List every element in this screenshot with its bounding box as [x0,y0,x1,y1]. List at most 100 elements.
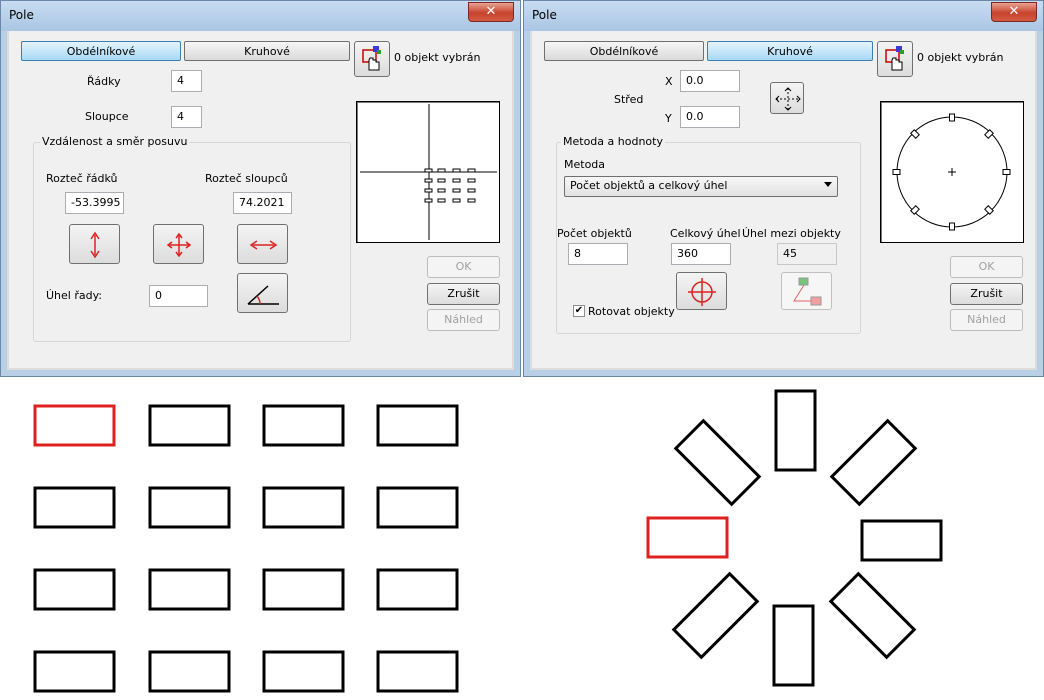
polar-array-result [646,389,943,687]
ok-button[interactable]: OK [427,256,500,278]
array-object [673,418,762,507]
tab-polar[interactable]: Kruhové [184,41,350,61]
array-object [148,404,231,447]
title-bar[interactable]: Pole ✕ [524,1,1043,31]
total-angle-label: Celkový úhel [670,227,741,240]
select-objects-button[interactable] [877,41,913,77]
target-angle-icon [688,278,716,306]
rows-label: Řádky [87,75,121,88]
vertical-arrow-icon [90,231,100,259]
array-object [262,568,345,611]
method-label: Metoda [564,158,606,171]
array-object-highlighted [646,516,729,559]
array-object-highlighted [33,404,116,447]
array-object [148,650,231,693]
method-select[interactable]: Počet objektů a celkový úhel [564,176,838,197]
dialog-title: Pole [532,8,557,22]
rectangular-array-dialog: Pole ✕ Obdélníkové Kruhové 0 objekt vybr… [0,0,521,377]
preview-button[interactable]: Náhled [950,309,1023,331]
array-object [671,571,760,660]
pick-total-angle-button[interactable] [676,272,727,310]
pick-column-spacing-button[interactable] [237,224,288,264]
offset-group-title: Vzdálenost a směr posuvu [40,135,190,148]
tab-rectangular[interactable]: Obdélníkové [544,41,704,61]
close-button[interactable]: ✕ [991,2,1037,22]
column-spacing-label: Rozteč sloupců [205,172,288,185]
pick-both-spacing-button[interactable] [153,224,204,264]
select-objects-icon [362,46,381,71]
selection-status: 0 objekt vybrán [917,51,1004,64]
array-object [376,404,459,447]
columns-input[interactable]: 4 [171,106,202,128]
array-object [772,604,815,687]
select-objects-icon [885,46,904,71]
crosshair-icon [775,87,801,111]
pick-angle-between-button[interactable] [781,272,832,310]
cancel-button[interactable]: Zrušit [950,283,1023,305]
dialog-title: Pole [9,8,34,22]
method-group-title: Metoda a hodnoty [561,135,665,148]
center-x-input[interactable]: 0.0 [680,70,740,92]
pick-row-angle-button[interactable] [237,273,288,313]
polar-array-preview [892,113,1011,231]
column-spacing-input[interactable]: 74.2021 [233,192,292,214]
dialog-body: Obdélníkové Kruhové 0 objekt vybrán Řádk… [9,31,512,368]
row-angle-label: Úhel řady: [46,289,103,302]
center-y-input[interactable]: 0.0 [680,106,740,128]
angle-between-label: Úhel mezi objekty [742,227,841,240]
pick-row-spacing-button[interactable] [69,224,120,264]
rectangular-array-result [33,404,459,693]
dialog-body: Obdélníkové Kruhové 0 objekt vybrán Stře… [532,31,1035,368]
array-object [829,418,918,507]
chevron-down-icon [824,182,832,187]
array-object [33,486,116,529]
rotate-checkbox[interactable]: ✔ [573,305,585,317]
pick-center-button[interactable] [770,82,804,114]
title-bar[interactable]: Pole ✕ [1,1,520,31]
columns-label: Sloupce [85,110,129,123]
angle-icon [247,285,279,305]
preview-button[interactable]: Náhled [427,309,500,331]
move-arrows-icon [166,232,192,258]
array-object [262,650,345,693]
tab-polar[interactable]: Kruhové [707,41,873,61]
preview-area [356,101,500,243]
tab-rectangular[interactable]: Obdélníkové [21,41,181,61]
array-object [828,571,917,660]
angle-between-input[interactable]: 45 [777,243,837,265]
selection-status: 0 objekt vybrán [394,51,481,64]
method-select-value: Počet objektů a celkový úhel [570,179,728,192]
total-angle-input[interactable]: 360 [671,243,731,265]
count-label: Počet objektů [557,227,632,240]
center-label: Střed [614,93,644,106]
x-label: X [665,75,673,88]
array-object [860,519,943,562]
close-button[interactable]: ✕ [468,2,514,22]
array-object [33,650,116,693]
array-object [148,568,231,611]
select-objects-button[interactable] [354,41,390,77]
row-spacing-label: Rozteč řádků [46,172,118,185]
y-label: Y [665,112,672,125]
ok-button[interactable]: OK [950,256,1023,278]
count-input[interactable]: 8 [568,243,628,265]
rectangular-array-preview [360,104,497,240]
array-object [262,486,345,529]
objects-angle-icon [793,277,822,306]
row-spacing-input[interactable]: -53.3995 [65,192,124,214]
preview-area [880,101,1024,243]
array-object [148,486,231,529]
close-icon: ✕ [1008,4,1020,19]
array-object [774,389,817,472]
array-object [376,486,459,529]
horizontal-arrow-icon [249,240,278,250]
array-object [376,650,459,693]
rows-input[interactable]: 4 [171,70,202,92]
row-angle-input[interactable]: 0 [149,285,208,307]
rotate-label: Rotovat objekty [588,305,675,318]
cancel-button[interactable]: Zrušit [427,283,500,305]
polar-array-dialog: Pole ✕ Obdélníkové Kruhové 0 objekt vybr… [523,0,1044,377]
drawing-canvas[interactable] [0,378,1044,700]
array-object [33,568,116,611]
array-object [376,568,459,611]
